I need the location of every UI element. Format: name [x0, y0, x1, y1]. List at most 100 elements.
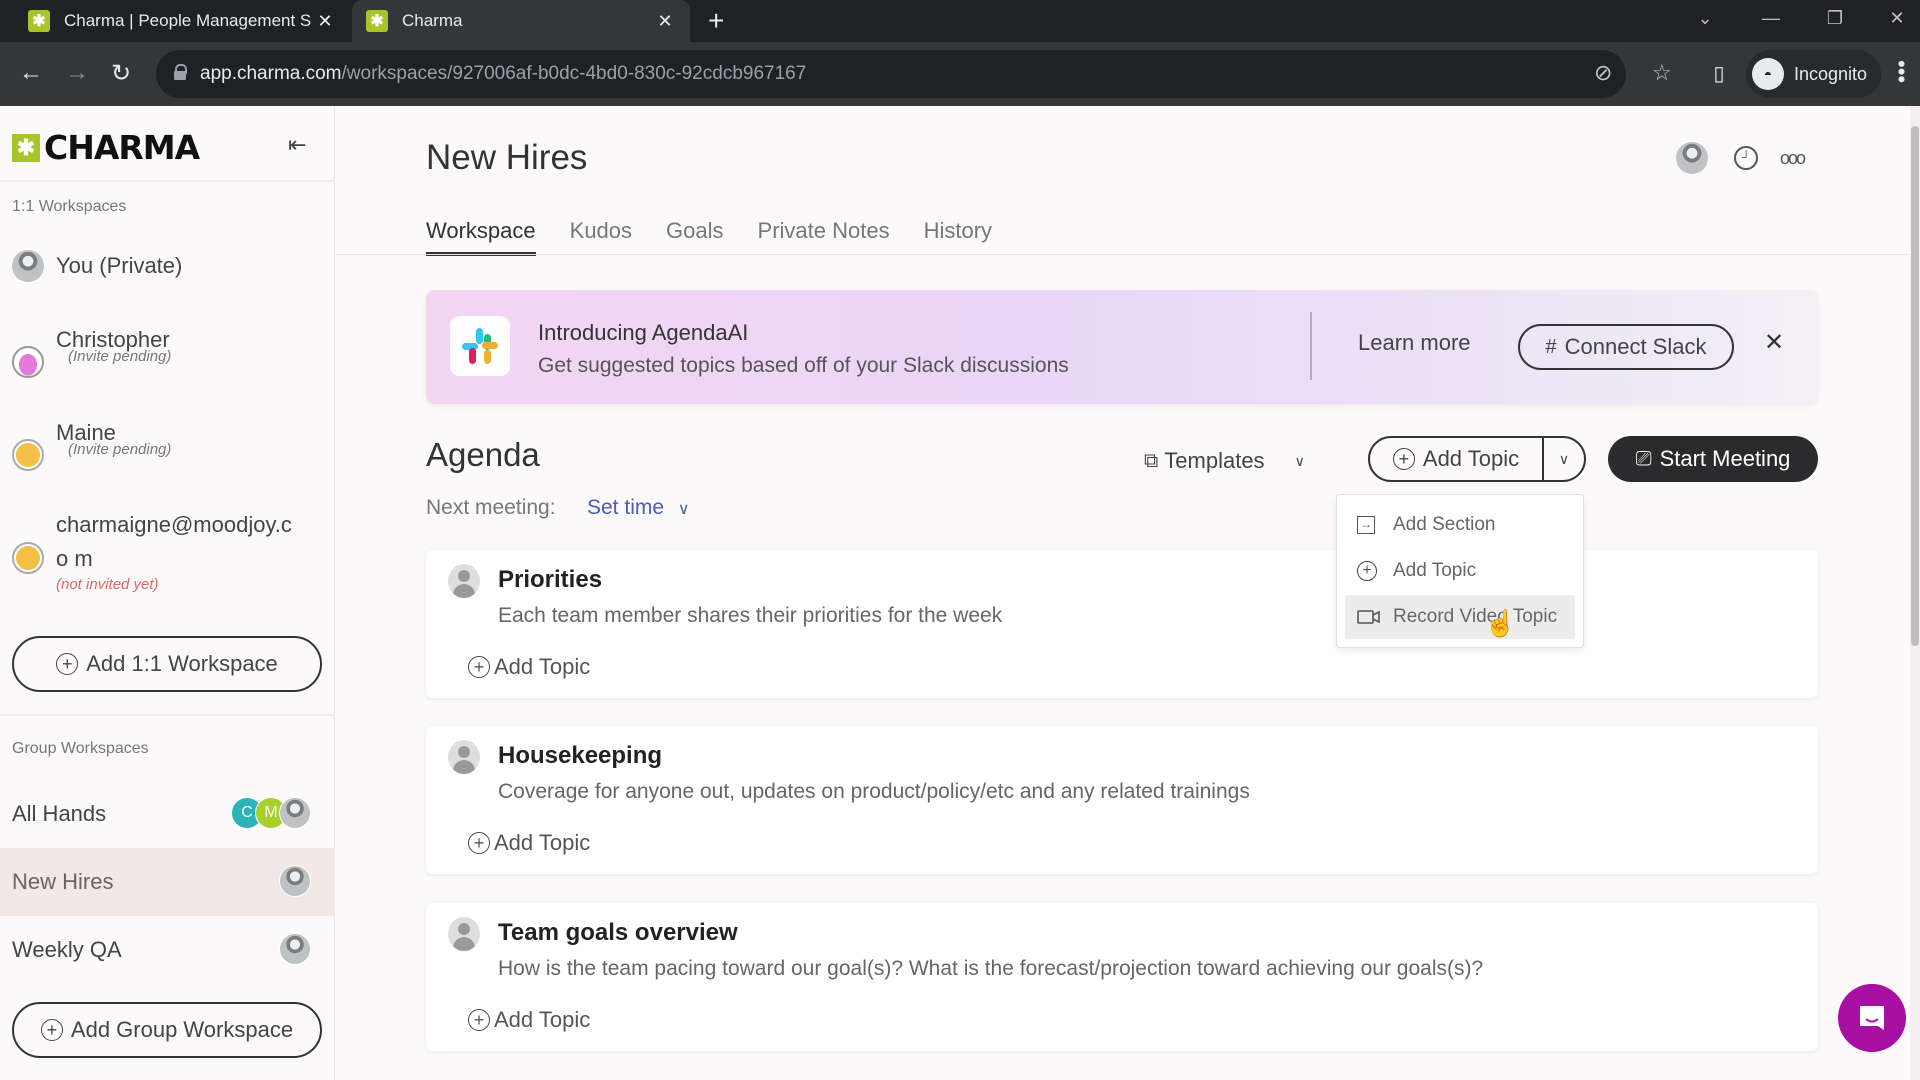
- sidebar-item-weekly-qa[interactable]: Weekly QA: [0, 916, 335, 984]
- avatar: [448, 564, 480, 598]
- divider: [1310, 312, 1312, 380]
- button-label: Add Topic: [494, 654, 591, 679]
- add-topic-button[interactable]: + Add Topic: [1370, 438, 1542, 480]
- user-avatar[interactable]: [1676, 142, 1708, 174]
- invite-status: (Invite pending): [68, 348, 172, 365]
- collapse-sidebar-icon[interactable]: ⇤: [288, 132, 306, 158]
- plus-circle-icon: +: [56, 653, 79, 675]
- plus-circle-icon: +: [1357, 561, 1381, 581]
- section-title[interactable]: Priorities: [498, 566, 602, 594]
- tab-goals[interactable]: Goals: [666, 218, 723, 256]
- side-panel-icon[interactable]: ▯: [1700, 54, 1738, 92]
- tab-kudos[interactable]: Kudos: [570, 218, 632, 256]
- agenda-section: Team goals overview How is the team paci…: [426, 903, 1818, 1051]
- set-time-dropdown[interactable]: Set time ∨: [587, 496, 690, 520]
- charma-logo[interactable]: ✱ CHARMA: [12, 128, 200, 167]
- browser-menu-icon[interactable]: •••: [1889, 60, 1914, 83]
- slack-logo-icon: [450, 316, 510, 376]
- button-label: Add Topic: [494, 1007, 591, 1032]
- support-chat-button[interactable]: [1838, 984, 1906, 1052]
- tab-history[interactable]: History: [924, 218, 992, 256]
- avatar: [12, 542, 44, 574]
- header-actions: ┘ ooo: [1676, 142, 1806, 174]
- avatar: [279, 933, 311, 965]
- add-one-on-one-workspace-button[interactable]: + Add 1:1 Workspace: [12, 636, 322, 692]
- eye-off-icon[interactable]: ⊘: [1594, 60, 1612, 86]
- scrollbar-thumb[interactable]: [1911, 126, 1919, 646]
- incognito-label: Incognito: [1794, 63, 1868, 84]
- history-clock-icon[interactable]: ┘: [1734, 146, 1758, 170]
- menu-item-add-section[interactable]: → Add Section: [1345, 503, 1575, 547]
- browser-tab-strip: ✱ Charma | People Management S ✕ ✱ Charm…: [0, 0, 1920, 42]
- invite-status: (not invited yet): [56, 576, 159, 593]
- sidebar-item-christopher[interactable]: Christopher (Invite pending): [0, 322, 335, 378]
- tab-title: Charma: [402, 11, 463, 30]
- sidebar: ✱ CHARMA ⇤ 1:1 Workspaces You (Private) …: [0, 106, 335, 1080]
- star-icon[interactable]: ☆: [1652, 60, 1672, 86]
- close-window-icon[interactable]: ✕: [1874, 0, 1920, 36]
- learn-more-link[interactable]: Learn more: [1358, 330, 1471, 356]
- restore-icon[interactable]: ❐: [1812, 0, 1858, 36]
- menu-item-record-video-topic[interactable]: Record Video Topic: [1345, 595, 1575, 639]
- connect-slack-button[interactable]: # Connect Slack: [1518, 324, 1734, 370]
- menu-item-label: Add Section: [1393, 514, 1496, 535]
- copy-icon: ⧉: [1144, 449, 1159, 472]
- back-icon[interactable]: ←: [12, 54, 50, 92]
- section-description: How is the team pacing toward our goal(s…: [498, 957, 1484, 980]
- agenda-title: Agenda: [426, 436, 540, 473]
- minimize-icon[interactable]: —: [1748, 0, 1794, 36]
- add-group-workspace-button[interactable]: + Add Group Workspace: [12, 1002, 322, 1058]
- workspace-name: New Hires: [12, 869, 114, 894]
- close-tab-icon[interactable]: ✕: [654, 11, 676, 32]
- logo-text: CHARMA: [44, 128, 200, 167]
- tab-title: Charma | People Management S: [64, 11, 312, 30]
- new-tab-icon[interactable]: +: [708, 4, 724, 38]
- avatar: [279, 797, 311, 829]
- workspace-name: All Hands: [12, 801, 107, 826]
- button-label: Add 1:1 Workspace: [86, 651, 278, 676]
- lock-icon: [174, 64, 187, 80]
- add-topic-menu-toggle[interactable]: ∨: [1542, 438, 1584, 480]
- sidebar-item-charmaigne[interactable]: charmaigne@moodjoy.co m (not invited yet…: [0, 508, 335, 593]
- add-topic-button[interactable]: + Add Topic: [468, 654, 590, 680]
- main-content: New Hires ┘ ooo Workspace Kudos Goals Pr…: [336, 106, 1920, 1080]
- member-avatars: [279, 933, 311, 965]
- charma-favicon-icon: ✱: [28, 10, 50, 32]
- video-camera-icon: [1357, 608, 1381, 626]
- section-title[interactable]: Team goals overview: [498, 919, 738, 947]
- forward-icon[interactable]: →: [58, 54, 96, 92]
- tab-search-icon[interactable]: ⌄: [1682, 0, 1728, 36]
- menu-item-add-topic[interactable]: + Add Topic: [1345, 549, 1575, 593]
- button-label: Connect Slack: [1564, 334, 1707, 359]
- templates-dropdown[interactable]: ⧉ Templates ∨: [1144, 448, 1305, 474]
- reload-icon[interactable]: ↻: [102, 54, 140, 92]
- tab-private-notes[interactable]: Private Notes: [758, 218, 890, 256]
- page-scrollbar[interactable]: [1910, 106, 1920, 1080]
- more-options-icon[interactable]: ooo: [1780, 148, 1806, 169]
- add-topic-button[interactable]: + Add Topic: [468, 830, 590, 856]
- sidebar-item-maine[interactable]: Maine (Invite pending): [0, 415, 335, 471]
- address-toolbar: ← → ↻ app.charma.com/workspaces/927006af…: [0, 42, 1920, 106]
- url-path: /workspaces/927006af-b0dc-4bd0-830c-92cd…: [341, 63, 807, 84]
- sidebar-item-all-hands[interactable]: All Hands C M: [0, 780, 335, 848]
- avatar: [12, 250, 44, 282]
- add-topic-button[interactable]: + Add Topic: [468, 1007, 590, 1033]
- incognito-badge[interactable]: ◓ Incognito: [1746, 50, 1882, 98]
- browser-tab-active[interactable]: ✱ Charma ✕: [352, 0, 690, 42]
- invite-status: (Invite pending): [68, 441, 172, 458]
- sidebar-item-you-private[interactable]: You (Private): [0, 250, 335, 282]
- chevron-down-icon: ∨: [1294, 452, 1305, 469]
- button-label: Add Group Workspace: [70, 1017, 294, 1042]
- workspace-name: charmaigne@moodjoy.co m: [56, 512, 292, 571]
- avatar: [279, 865, 311, 897]
- url-bar[interactable]: app.charma.com/workspaces/927006af-b0dc-…: [156, 50, 1672, 98]
- close-banner-icon[interactable]: ✕: [1764, 328, 1784, 357]
- close-tab-icon[interactable]: ✕: [314, 11, 336, 32]
- tab-workspace[interactable]: Workspace: [426, 218, 536, 256]
- start-meeting-button[interactable]: ⎚ Start Meeting: [1608, 436, 1818, 482]
- plus-circle-icon: +: [468, 832, 490, 854]
- browser-tab[interactable]: ✱ Charma | People Management S ✕: [14, 0, 350, 42]
- sidebar-item-new-hires[interactable]: New Hires: [0, 848, 335, 916]
- page-title: New Hires: [426, 138, 588, 177]
- section-title[interactable]: Housekeeping: [498, 742, 662, 770]
